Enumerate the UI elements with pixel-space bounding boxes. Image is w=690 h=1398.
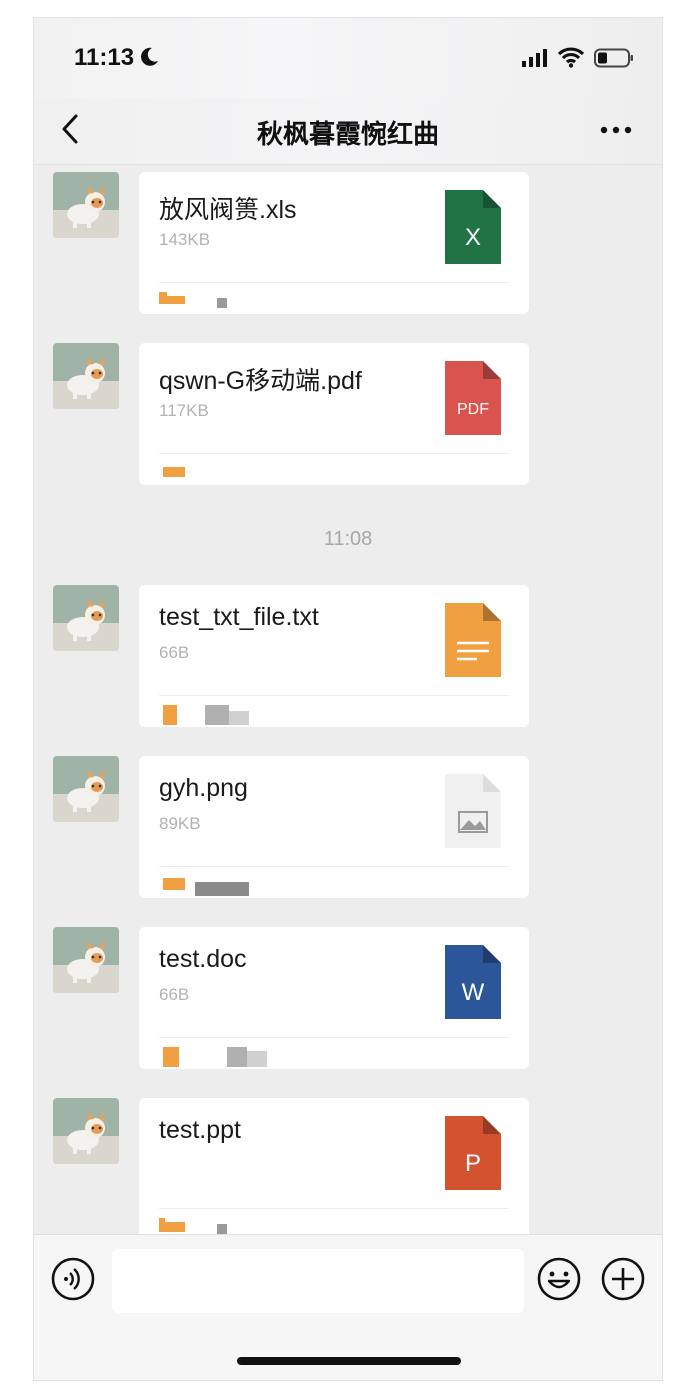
phone-screen: 11:13 秋枫暮霞惋红曲 放风阀篑.xls 143KB X qswn-G移动端… xyxy=(34,18,662,1380)
card-divider xyxy=(159,1208,509,1209)
chat-message-list[interactable]: 放风阀篑.xls 143KB X qswn-G移动端.pdf 117KB PDF… xyxy=(34,164,662,1234)
more-options-icon[interactable] xyxy=(600,120,632,140)
home-indicator[interactable] xyxy=(237,1357,461,1365)
file-card[interactable]: gyh.png 89KB xyxy=(139,756,529,898)
source-app-icon xyxy=(159,876,279,896)
status-bar: 11:13 xyxy=(34,18,662,98)
text-file-icon xyxy=(445,603,501,677)
avatar[interactable] xyxy=(53,343,119,409)
pdf-file-icon: PDF xyxy=(445,361,501,435)
card-divider xyxy=(159,1037,509,1038)
input-bar xyxy=(34,1234,662,1380)
message-input[interactable] xyxy=(112,1249,524,1313)
card-divider xyxy=(159,695,509,696)
plus-icon[interactable] xyxy=(601,1257,645,1301)
file-message: 放风阀篑.xls 143KB X xyxy=(34,164,662,314)
emoji-icon[interactable] xyxy=(537,1257,581,1301)
source-app-icon xyxy=(159,1218,279,1234)
svg-text:X: X xyxy=(465,224,481,251)
avatar[interactable] xyxy=(53,927,119,993)
file-name: test.ppt xyxy=(159,1116,241,1144)
source-app-icon xyxy=(159,463,279,479)
voice-input-icon[interactable] xyxy=(51,1257,95,1301)
image-file-icon xyxy=(445,774,501,848)
battery-icon xyxy=(594,48,633,68)
file-size: 66B xyxy=(159,643,190,662)
file-card[interactable]: test.ppt P xyxy=(139,1098,529,1234)
file-name: test.doc xyxy=(159,945,247,973)
file-name: 放风阀篑.xls xyxy=(159,196,297,224)
file-message: test_txt_file.txt 66B xyxy=(34,577,662,727)
nav-bar: 秋枫暮霞惋红曲 xyxy=(34,98,662,165)
message-timestamp: 11:08 xyxy=(323,528,373,550)
svg-text:PDF: PDF xyxy=(457,401,489,418)
source-app-icon xyxy=(159,292,279,308)
avatar[interactable] xyxy=(53,172,119,238)
file-size: 117KB xyxy=(159,401,209,420)
ppt-file-icon: P xyxy=(445,1116,501,1190)
file-message: test.ppt P xyxy=(34,1090,662,1234)
file-card[interactable]: qswn-G移动端.pdf 117KB PDF xyxy=(139,343,529,485)
file-size: 66B xyxy=(159,985,190,1004)
file-message: gyh.png 89KB xyxy=(34,748,662,898)
svg-text:W: W xyxy=(462,979,485,1006)
moon-icon xyxy=(141,47,158,66)
avatar[interactable] xyxy=(53,585,119,651)
avatar[interactable] xyxy=(53,756,119,822)
file-name: gyh.png xyxy=(159,774,248,802)
card-divider xyxy=(159,282,509,283)
file-size: 89KB xyxy=(159,814,201,833)
source-app-icon xyxy=(159,705,279,725)
file-name: test_txt_file.txt xyxy=(159,603,319,631)
source-app-icon xyxy=(159,1047,279,1067)
word-file-icon: W xyxy=(445,945,501,1019)
svg-text:P: P xyxy=(465,1150,481,1177)
file-card[interactable]: 放风阀篑.xls 143KB X xyxy=(139,172,529,314)
card-divider xyxy=(159,866,509,867)
file-name: qswn-G移动端.pdf xyxy=(159,367,362,395)
file-message: qswn-G移动端.pdf 117KB PDF xyxy=(34,335,662,485)
file-message: test.doc 66B W xyxy=(34,919,662,1069)
cellular-signal-icon xyxy=(522,49,547,67)
chat-title: 秋枫暮霞惋红曲 xyxy=(256,119,439,149)
wifi-icon xyxy=(558,47,584,68)
card-divider xyxy=(159,453,509,454)
status-time: 11:13 xyxy=(74,44,135,71)
file-card[interactable]: test.doc 66B W xyxy=(139,927,529,1069)
file-size: 143KB xyxy=(159,230,211,249)
avatar[interactable] xyxy=(53,1098,119,1164)
excel-file-icon: X xyxy=(445,190,501,264)
file-card[interactable]: test_txt_file.txt 66B xyxy=(139,585,529,727)
